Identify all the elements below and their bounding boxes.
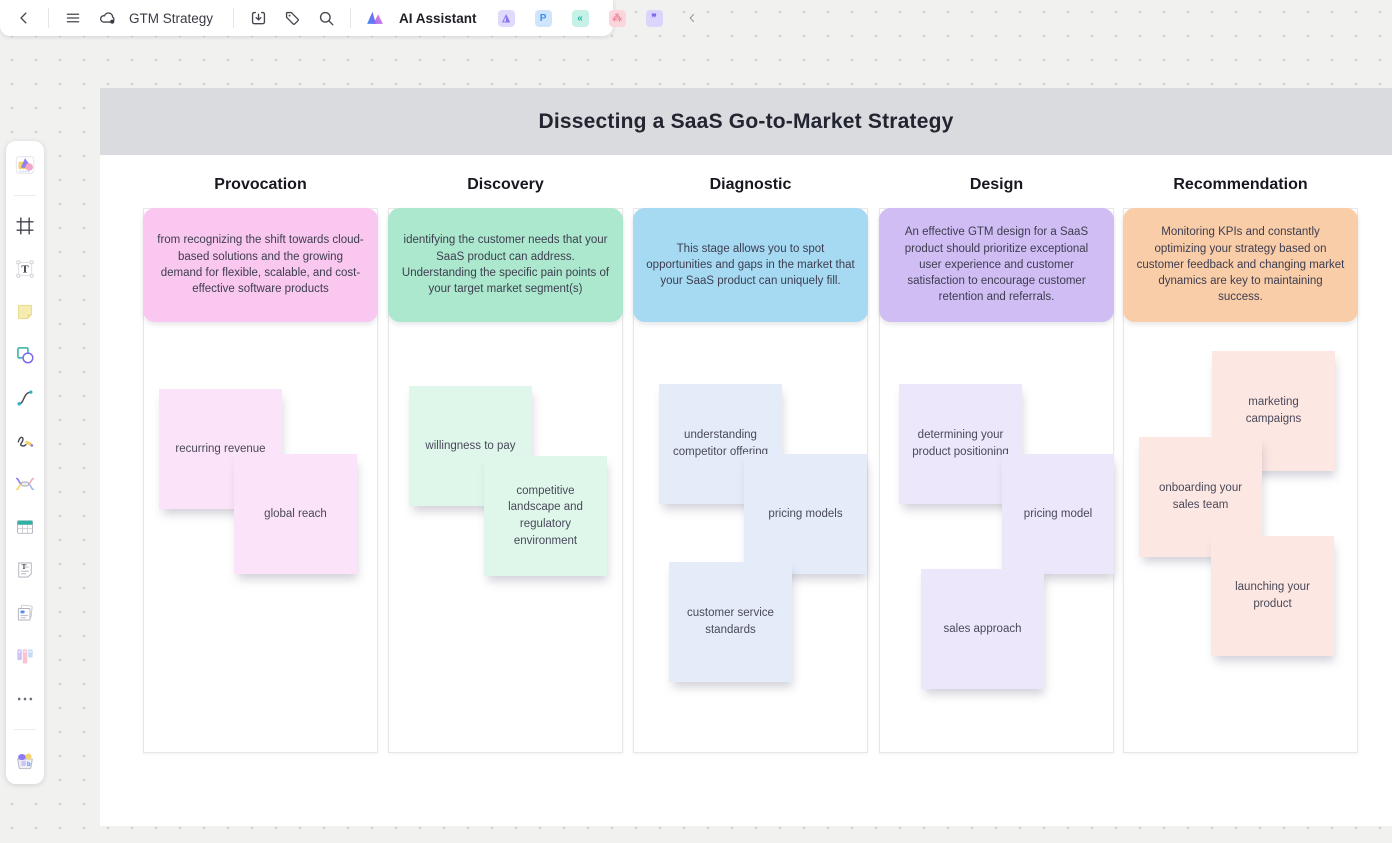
svg-text:T: T — [21, 264, 29, 276]
sticky-note-tool[interactable] — [12, 299, 38, 325]
pages-app-icon[interactable]: P — [535, 10, 552, 27]
top-toolbar: GTM Strategy AI Assistant ◮ P « — [0, 0, 613, 36]
table-tool[interactable] — [12, 514, 38, 540]
sticky-note[interactable]: pricing model — [1002, 454, 1114, 574]
column-label-diagnostic[interactable]: Diagnostic — [633, 176, 868, 200]
column-frame-recommendation[interactable]: Monitoring KPIs and constantly optimizin… — [1123, 208, 1358, 753]
board-banner-title[interactable]: Dissecting a SaaS Go-to-Market Strategy — [538, 110, 953, 134]
back-button[interactable] — [10, 4, 38, 32]
ai-assistant-label[interactable]: AI Assistant — [399, 11, 477, 26]
templates-tool[interactable] — [12, 152, 38, 178]
code-app-icon[interactable]: « — [572, 10, 589, 27]
column-label-discovery[interactable]: Discovery — [388, 176, 623, 200]
chat-app-icon[interactable]: ❞ — [646, 10, 663, 27]
mind-map-tool[interactable] — [12, 471, 38, 497]
column-frame-provocation[interactable]: from recognizing the shift towards cloud… — [143, 208, 378, 753]
sticky-note[interactable]: competitive landscape and regulatory env… — [484, 456, 607, 576]
column-label-recommendation[interactable]: Recommendation — [1123, 176, 1358, 200]
column-frame-discovery[interactable]: identifying the customer needs that your… — [388, 208, 623, 753]
kanban-tool[interactable] — [12, 643, 38, 669]
column-label-provocation[interactable]: Provocation — [143, 176, 378, 200]
column-header-card[interactable]: This stage allows you to spot opportunit… — [633, 208, 868, 322]
column-header-card[interactable]: from recognizing the shift towards cloud… — [143, 208, 378, 322]
board-name-label[interactable]: GTM Strategy — [129, 11, 213, 26]
document-tool[interactable]: T — [12, 557, 38, 583]
ai-assistant-logo-icon[interactable] — [361, 4, 389, 32]
connector-tool[interactable] — [12, 385, 38, 411]
sync-cloud-icon — [93, 4, 121, 32]
more-tools[interactable] — [12, 686, 38, 712]
shapes-tool[interactable] — [12, 342, 38, 368]
sticky-note[interactable]: customer service standards — [669, 562, 792, 682]
whiteboard-app: { "toolbar": { "board_title": "GTM Strat… — [0, 0, 1392, 843]
toolbar-divider — [233, 8, 234, 28]
sticky-note[interactable]: sales approach — [921, 569, 1044, 689]
column-frame-design[interactable]: An effective GTM design for a SaaS produ… — [879, 208, 1114, 753]
search-button[interactable] — [312, 4, 340, 32]
column-frame-diagnostic[interactable]: This stage allows you to spot opportunit… — [633, 208, 868, 753]
flow-app-icon[interactable]: ⁂ — [609, 10, 626, 27]
sticky-note[interactable]: pricing models — [744, 454, 867, 574]
toolbar-divider — [48, 8, 49, 28]
sidebar-divider — [14, 729, 36, 730]
svg-text:b: b — [27, 762, 31, 768]
column-header-card[interactable]: Monitoring KPIs and constantly optimizin… — [1123, 208, 1358, 322]
frame-tool[interactable] — [12, 213, 38, 239]
image-sparkle-app-icon[interactable]: ◮ — [498, 10, 515, 27]
text-tool[interactable]: T — [12, 256, 38, 282]
board-title-banner[interactable]: Dissecting a SaaS Go-to-Market Strategy — [100, 88, 1392, 155]
column-header-card[interactable]: identifying the customer needs that your… — [388, 208, 623, 322]
cards-tool[interactable] — [12, 600, 38, 626]
menu-button[interactable] — [59, 4, 87, 32]
collapse-toolbar-button[interactable] — [678, 4, 706, 32]
sticky-note[interactable]: global reach — [234, 454, 357, 574]
column-label-design[interactable]: Design — [879, 176, 1114, 200]
tools-sidebar: T — [6, 141, 44, 784]
column-header-card[interactable]: An effective GTM design for a SaaS produ… — [879, 208, 1114, 322]
board-canvas[interactable]: Dissecting a SaaS Go-to-Market Strategy … — [100, 88, 1392, 826]
templates-icon — [14, 154, 36, 176]
toolbar-divider — [350, 8, 351, 28]
apps-tool[interactable]: b — [12, 747, 38, 773]
tag-button[interactable] — [278, 4, 306, 32]
draw-tool[interactable] — [12, 428, 38, 454]
sidebar-divider — [14, 195, 36, 196]
sticky-note[interactable]: launching your product — [1211, 536, 1334, 656]
import-button[interactable] — [244, 4, 272, 32]
